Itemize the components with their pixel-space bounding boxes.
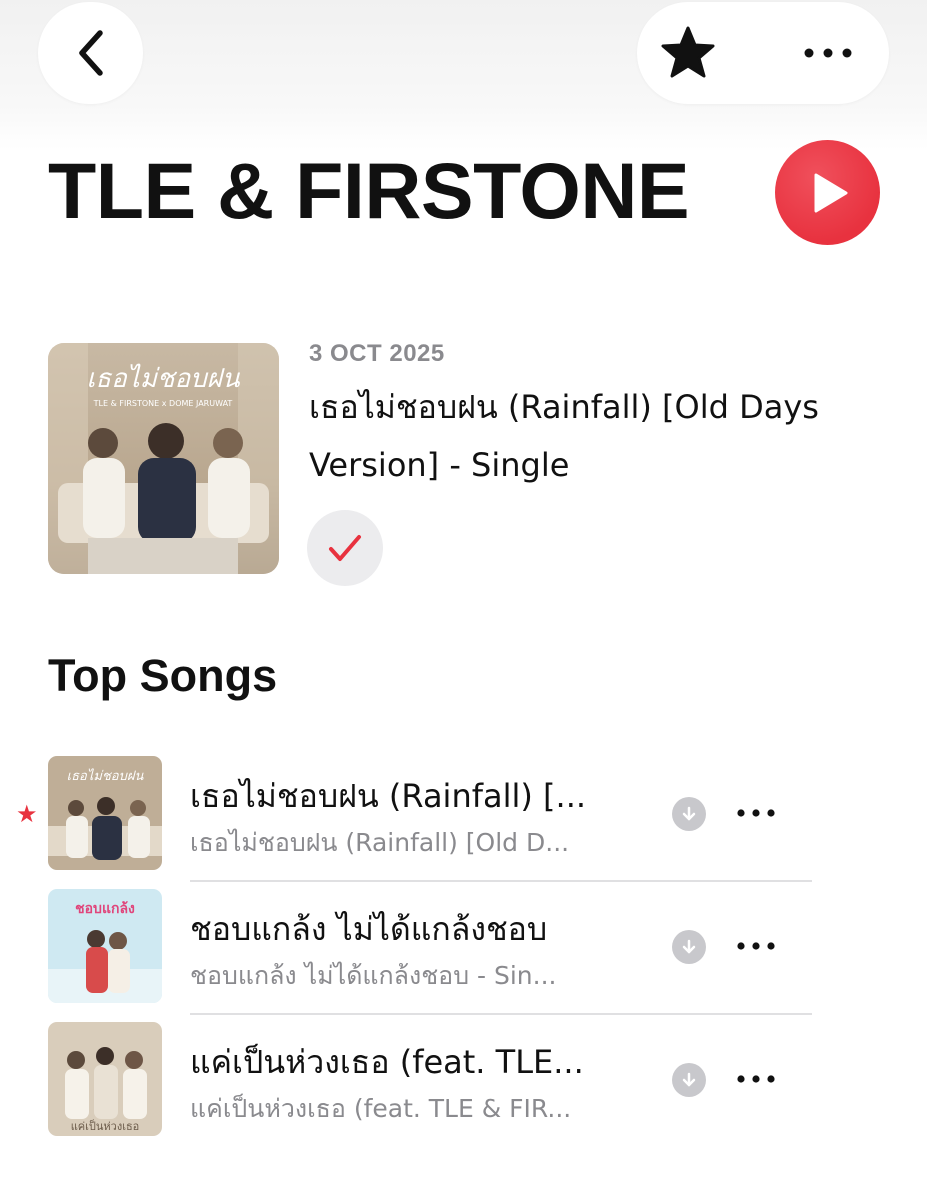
play-icon [814,173,847,212]
song-row[interactable]: ชอบแกล้ง ชอบแกล้ง ไม่ได้แกล้งชอบ ชอบแกล้… [0,889,927,1022]
row-divider [190,1013,812,1015]
header-actions [637,2,889,104]
more-options-button[interactable] [803,47,853,59]
song-row[interactable]: ★ เธอไม่ชอบฝน เธอไม่ชอบฝน (Rainfall) [..… [0,756,927,889]
song-artwork: แค่เป็นห่วงเธอ [48,1022,162,1136]
artist-name: TLE & FIRSTONE [48,146,690,235]
star-icon [661,26,715,78]
song-subtitle: เธอไม่ชอบฝน (Rainfall) [Old D... [190,828,570,857]
ellipsis-icon [737,1075,775,1083]
song-more-button[interactable] [733,1064,779,1094]
favorite-star-icon: ★ [16,800,38,828]
song-more-button[interactable] [733,798,779,828]
download-button[interactable] [672,1063,706,1097]
song-more-button[interactable] [733,931,779,961]
ellipsis-icon [737,942,775,950]
download-arrow-icon [682,939,696,954]
download-button[interactable] [672,797,706,831]
release-title[interactable]: เธอไม่ชอบฝน (Rainfall) [Old Days Version… [309,378,879,494]
chevron-left-icon [78,30,103,76]
favorite-artist-button[interactable] [659,25,717,81]
song-artwork: ชอบแกล้ง [48,889,162,1003]
song-subtitle: แค่เป็นห่วงเธอ (feat. TLE & FIR... [190,1094,572,1123]
song-art-title: เธอไม่ชอบฝน [67,768,145,784]
back-button[interactable] [38,2,143,104]
added-to-library-button[interactable] [307,510,383,586]
ellipsis-icon [737,809,775,817]
release-art-title: เธอไม่ชอบฝน [86,363,241,394]
release-artwork[interactable]: เธอไม่ชอบฝน TLE & FIRSTONE x DOME JARUWA… [48,343,279,574]
row-divider [190,880,812,882]
ellipsis-icon [804,48,852,58]
song-art-title: แค่เป็นห่วงเธอ [71,1119,140,1133]
download-button[interactable] [672,930,706,964]
song-title: เธอไม่ชอบฝน (Rainfall) [... [190,777,587,815]
song-title: แค่เป็นห่วงเธอ (feat. TLE... [190,1043,584,1081]
song-artwork: เธอไม่ชอบฝน [48,756,162,870]
download-arrow-icon [682,1072,696,1087]
release-art-subtitle: TLE & FIRSTONE x DOME JARUWAT [93,399,233,408]
play-button[interactable] [775,140,880,245]
song-subtitle: ชอบแกล้ง ไม่ได้แกล้งชอบ - Sin... [190,961,557,990]
song-row[interactable]: แค่เป็นห่วงเธอ แค่เป็นห่วงเธอ (feat. TLE… [0,1022,927,1155]
song-art-title: ชอบแกล้ง [75,901,135,917]
download-arrow-icon [682,806,696,821]
top-songs-heading[interactable]: Top Songs [48,650,277,702]
release-date: 3 OCT 2025 [309,340,445,367]
checkmark-icon [329,535,361,561]
artist-page: TLE & FIRSTONE เธอไม่ชอบฝน TLE & FIRSTON… [0,0,927,1200]
song-title: ชอบแกล้ง ไม่ได้แกล้งชอบ [190,910,548,948]
